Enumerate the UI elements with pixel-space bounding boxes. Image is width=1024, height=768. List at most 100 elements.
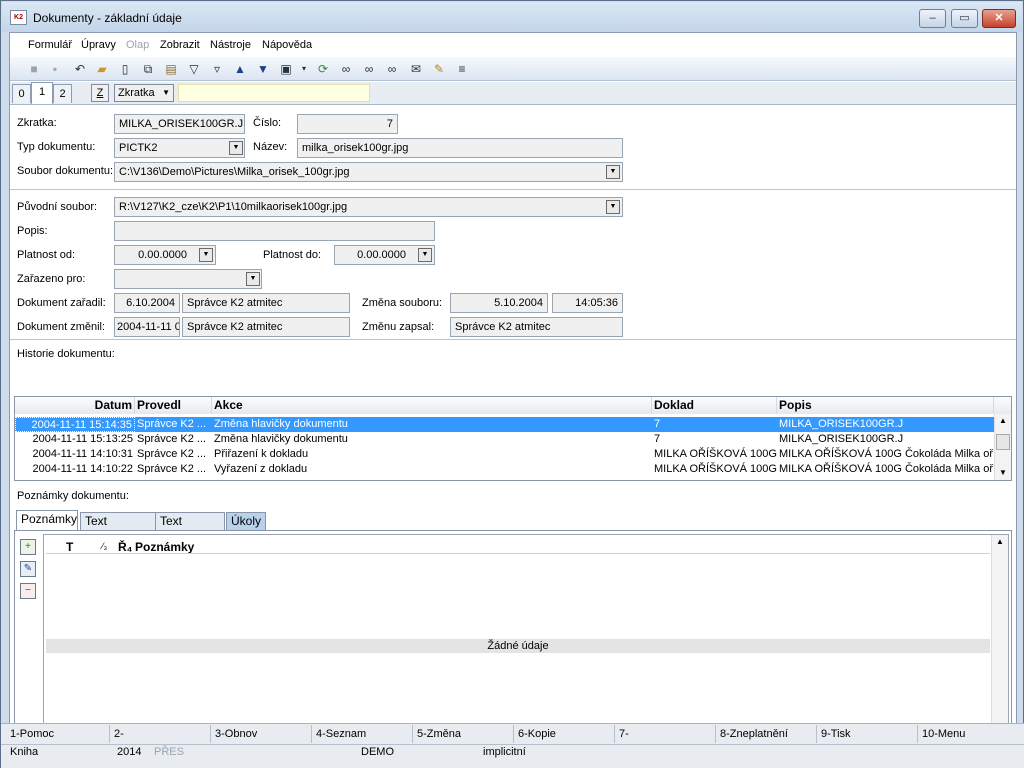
zaradil-date-field[interactable]: 6.10.2004 — [114, 293, 180, 313]
zaradil-user-field[interactable]: Správce K2 atmitec — [182, 293, 350, 313]
dokument-zmenil-label: Dokument změnil: — [17, 321, 106, 333]
calendar-dropdown-icon[interactable]: ▼ — [199, 248, 213, 262]
scroll-down-icon[interactable]: ▼ — [999, 468, 1007, 477]
column-header-popis[interactable]: Popis — [777, 397, 994, 414]
menu-icon[interactable]: ≡ — [454, 61, 470, 77]
menu-olap[interactable]: Olap — [126, 39, 149, 51]
tab-2[interactable]: 2 — [53, 84, 72, 103]
title-bar[interactable]: K2 Dokumenty - základní údaje ‒ ▭ ✕ — [2, 2, 1022, 32]
chevron-down-icon[interactable]: ▼ — [246, 272, 260, 286]
tab-ukoly[interactable]: Úkoly — [226, 512, 266, 530]
dropdown-arrow-icon[interactable]: ▾ — [296, 61, 312, 77]
arrow-down-icon[interactable]: ▼ — [255, 61, 271, 77]
column-header-type[interactable]: T — [66, 540, 73, 554]
tab-text-hlavicky[interactable]: Text hlavičky — [80, 512, 157, 544]
filter-icon[interactable]: ▽ — [186, 61, 202, 77]
empty-data-message: Žádné údaje — [46, 639, 990, 653]
table-row[interactable]: 2004-11-11 14:10:31 Správce K2 ... Přiřa… — [15, 447, 994, 462]
fkey-5[interactable]: 5-Změna — [417, 728, 461, 740]
fkey-6[interactable]: 6-Kopie — [518, 728, 556, 740]
notes-icon[interactable]: ✎ — [431, 61, 447, 77]
zkratka-field[interactable]: MILKA_ORISEK100GR.J — [114, 114, 245, 134]
menu-nastroje[interactable]: Nástroje — [210, 39, 251, 51]
open-folder-icon[interactable]: ▰ — [94, 61, 110, 77]
tab-poznamky[interactable]: Poznámky — [16, 510, 78, 531]
menu-formular[interactable]: Formulář — [28, 39, 72, 51]
fkey-2[interactable]: 2- — [114, 728, 124, 740]
minimize-button[interactable]: ‒ — [919, 9, 946, 28]
zmenu-zapsal-field[interactable]: Správce K2 atmitec — [450, 317, 623, 337]
fkey-3[interactable]: 3-Obnov — [215, 728, 257, 740]
fkey-1[interactable]: 1-Pomoc — [10, 728, 54, 740]
table-row[interactable]: 2004-11-11 14:10:22 Správce K2 ... Vyřaz… — [15, 462, 994, 477]
refresh-icon[interactable]: ⟳ — [315, 61, 331, 77]
tab-0[interactable]: 0 — [12, 84, 31, 103]
fkey-8[interactable]: 8-Zneplatnění — [720, 728, 788, 740]
save-all-icon[interactable]: ▪ — [47, 61, 63, 77]
column-header-order[interactable]: Ř₄ — [118, 540, 132, 554]
notes-grid[interactable]: T ⁄₃ Ř₄ Poznámky Žádné údaje ▲ ▼ — [43, 534, 1009, 740]
table-row[interactable]: 2004-11-11 15:14:35 Správce K2 ... Změna… — [15, 417, 994, 432]
fkey-10[interactable]: 10-Menu — [922, 728, 965, 740]
history-grid[interactable]: Datum Provedl Akce Doklad Popis 2004-11-… — [14, 396, 1012, 481]
notes-vertical-scrollbar[interactable]: ▲ ▼ — [991, 535, 1008, 739]
zmena-souboru-label: Změna souboru: — [362, 297, 443, 309]
chevron-down-icon[interactable]: ▼ — [606, 165, 620, 179]
book-icon[interactable]: ▤ — [163, 61, 179, 77]
add-note-icon[interactable]: + — [20, 539, 36, 555]
tab-1[interactable]: 1 — [31, 82, 53, 104]
typ-dokumentu-field[interactable]: PICTK2 — [114, 138, 245, 158]
scroll-up-icon[interactable]: ▲ — [999, 416, 1007, 425]
arrow-up-icon[interactable]: ▲ — [232, 61, 248, 77]
table-cell: MILKA OŘÍŠKOVÁ 100G — [654, 463, 777, 475]
close-button[interactable]: ✕ — [982, 9, 1016, 28]
scroll-up-icon[interactable]: ▲ — [996, 537, 1004, 546]
delete-note-icon[interactable]: − — [20, 583, 36, 599]
maximize-button[interactable]: ▭ — [951, 9, 978, 28]
mail-icon[interactable]: ✉ — [408, 61, 424, 77]
chevron-down-icon[interactable]: ▼ — [606, 200, 620, 214]
notes-panel: + ✎ − T ⁄₃ Ř₄ Poznámky Žádné údaje ▲ ▼ — [14, 530, 1012, 743]
edit-note-icon[interactable]: ✎ — [20, 561, 36, 577]
menu-napoveda[interactable]: Nápověda — [262, 39, 312, 51]
zmenil-date-field[interactable]: 2004-11-11 0 — [114, 317, 180, 337]
z-button[interactable]: Z — [91, 84, 109, 102]
popis-field[interactable] — [114, 221, 435, 241]
bookmark-icon[interactable]: ▣ — [278, 61, 294, 77]
column-header-doklad[interactable]: Doklad — [652, 397, 777, 414]
column-header-datum[interactable]: Datum — [15, 397, 135, 414]
soubor-dokumentu-field[interactable]: C:\V136\Demo\Pictures\Milka_orisek_100gr… — [114, 162, 623, 182]
search-input[interactable] — [178, 84, 370, 102]
save-icon[interactable]: ■ — [26, 61, 42, 77]
vertical-scrollbar[interactable]: ▲ ▼ — [994, 414, 1011, 480]
zmena-souboru-time-field[interactable]: 14:05:36 — [552, 293, 623, 313]
tab-text-paticky[interactable]: Text patičky — [155, 512, 225, 544]
fkey-9[interactable]: 9-Tisk — [821, 728, 851, 740]
menu-zobrazit[interactable]: Zobrazit — [160, 39, 200, 51]
puvodni-soubor-field[interactable]: R:\V127\K2_cze\K2\P1\10milkaorisek100gr.… — [114, 197, 623, 217]
calendar-dropdown-icon[interactable]: ▼ — [418, 248, 432, 262]
new-document-icon[interactable]: ▯ — [117, 61, 133, 77]
column-header-akce[interactable]: Akce — [212, 397, 652, 414]
column-header-provedl[interactable]: Provedl — [135, 397, 212, 414]
binoculars-edit-icon[interactable]: ∞ — [384, 61, 400, 77]
binoculars-icon[interactable]: ∞ — [338, 61, 354, 77]
fkey-7[interactable]: 7- — [619, 728, 629, 740]
cislo-field[interactable]: 7 — [297, 114, 398, 134]
menu-upravy[interactable]: Úpravy — [81, 39, 116, 51]
scrollbar-thumb[interactable] — [996, 434, 1010, 450]
fkey-4[interactable]: 4-Seznam — [316, 728, 366, 740]
zarazeno-pro-field[interactable] — [114, 269, 262, 289]
zmena-souboru-date-field[interactable]: 5.10.2004 — [450, 293, 548, 313]
undo-icon[interactable]: ↶ — [72, 61, 88, 77]
column-header-poznamky[interactable]: Poznámky — [135, 540, 194, 554]
chevron-down-icon[interactable]: ▼ — [229, 141, 243, 155]
nazev-field[interactable]: milka_orisek100gr.jpg — [297, 138, 623, 158]
zmenil-user-field[interactable]: Správce K2 atmitec — [182, 317, 350, 337]
filter-document-icon[interactable]: ▿ — [209, 61, 225, 77]
copy-icon[interactable]: ⧉ — [140, 61, 156, 77]
table-row[interactable]: 2004-11-11 15:13:25 Správce K2 ... Změna… — [15, 432, 994, 447]
search-field-combo[interactable]: Zkratka ▼ — [114, 84, 174, 102]
binoculars-next-icon[interactable]: ∞ — [361, 61, 377, 77]
column-header-sort[interactable]: ⁄₃ — [102, 541, 107, 551]
